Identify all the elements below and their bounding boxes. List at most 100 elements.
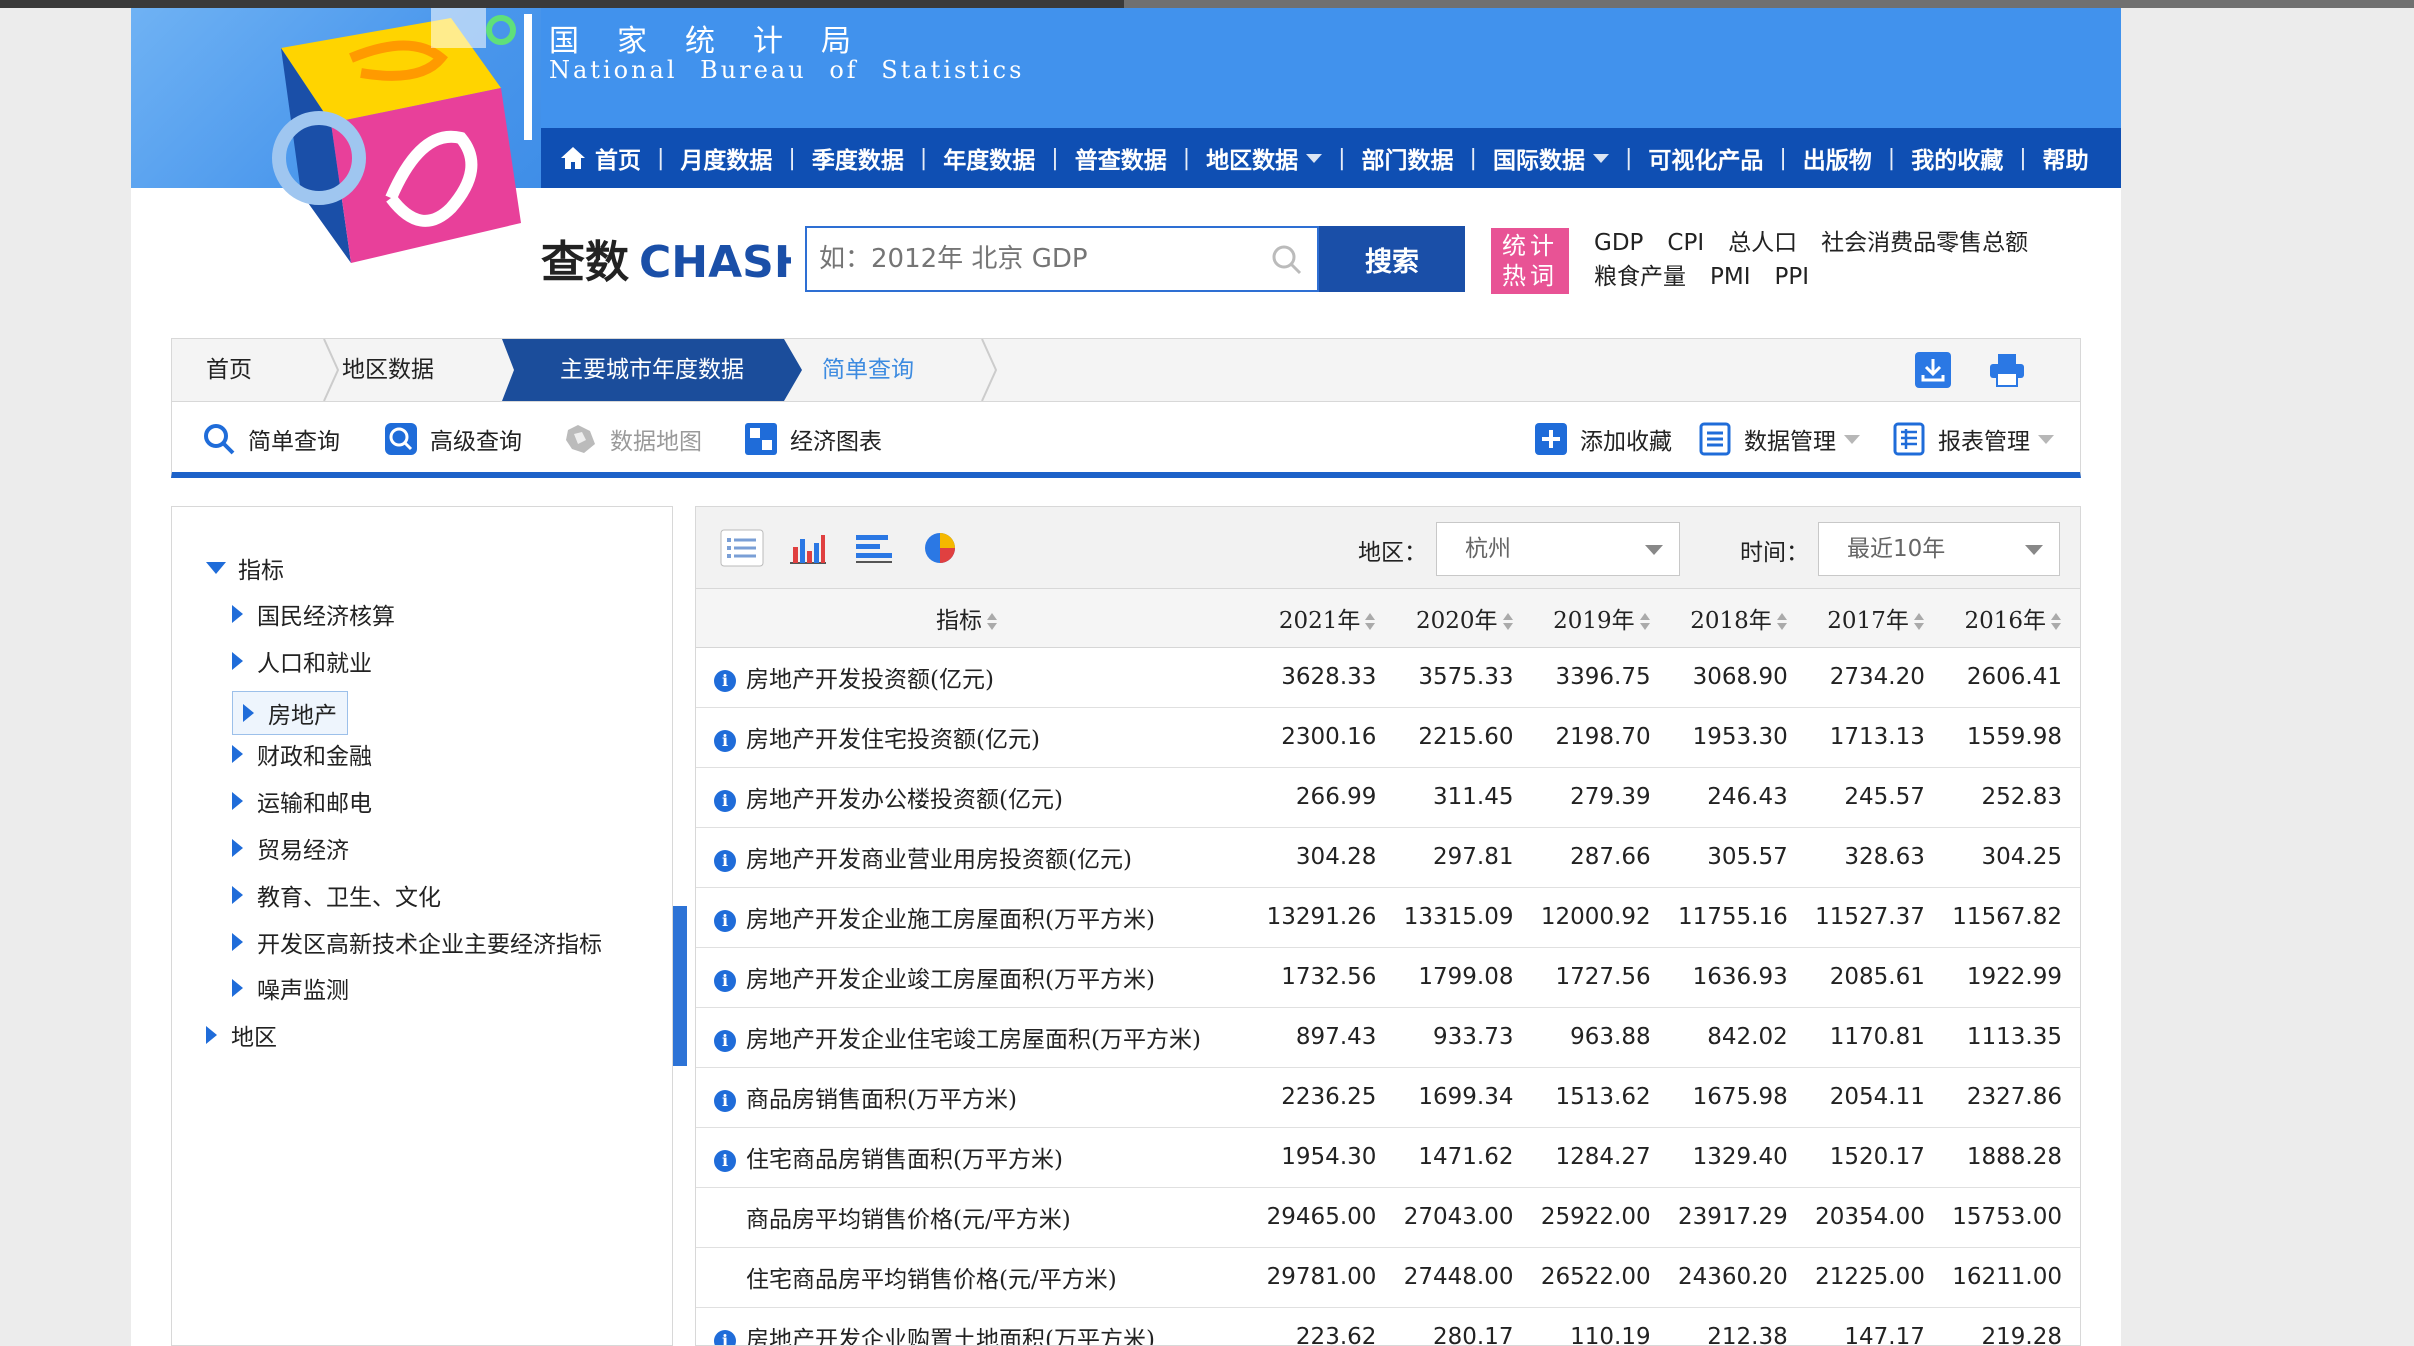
nav-item-2[interactable]: 季度数据	[812, 141, 904, 175]
hot-word-link[interactable]: PMI	[1710, 264, 1751, 290]
nav-item-3[interactable]: 年度数据	[943, 141, 1035, 175]
value-cell: 1113.35	[1942, 1007, 2080, 1068]
print-icon[interactable]	[1988, 351, 2026, 389]
nav-item-6[interactable]: 部门数据	[1362, 141, 1454, 175]
value-cell: 266.99	[1257, 767, 1395, 828]
info-icon[interactable]: i	[714, 1090, 736, 1112]
list-doc-icon	[1699, 422, 1731, 456]
info-icon[interactable]: i	[714, 730, 736, 752]
region-select[interactable]: 杭州	[1436, 522, 1680, 576]
nav-item-11[interactable]: 帮助	[2043, 141, 2089, 175]
data-toolbar: 地区： 杭州 时间： 最近10年	[696, 507, 2080, 589]
indicator-name: 住宅商品房平均销售价格(元/平方米)	[746, 1267, 1117, 1293]
hot-word-link[interactable]: 粮食产量	[1594, 264, 1686, 290]
hot-word-link[interactable]: 总人口	[1728, 230, 1797, 256]
info-icon[interactable]: i	[714, 1150, 736, 1172]
tree-node[interactable]: 人口和就业	[232, 644, 372, 678]
nav-item-4[interactable]: 普查数据	[1075, 141, 1167, 175]
tree-root-region[interactable]: 地区	[206, 1018, 277, 1052]
indicator-cell: i 房地产开发企业竣工房屋面积(万平方米)	[696, 947, 1258, 1008]
tree-node-label: 房地产	[268, 702, 337, 729]
data-manage-menu[interactable]: 数据管理	[1698, 422, 1860, 456]
search-input[interactable]	[807, 228, 1247, 290]
column-header-indicator[interactable]: 指标	[696, 589, 1258, 648]
hot-word-link[interactable]: 社会消费品零售总额	[1821, 230, 2028, 256]
column-header-year[interactable]: 2018年	[1668, 589, 1806, 648]
chevron-down-icon	[1844, 434, 1860, 444]
tree-node[interactable]: 财政和金融	[232, 737, 372, 771]
column-header-year[interactable]: 2019年	[1531, 589, 1669, 648]
download-icon[interactable]	[1914, 351, 1952, 389]
advanced-query-button[interactable]: 高级查询	[384, 422, 522, 456]
value-cell: 297.81	[1394, 827, 1532, 888]
add-favorite-button[interactable]: 添加收藏	[1534, 422, 1672, 456]
chevron-down-icon	[1645, 545, 1663, 555]
info-icon[interactable]: i	[714, 970, 736, 992]
hot-word-link[interactable]: CPI	[1667, 230, 1704, 256]
hot-word-link[interactable]: PPI	[1775, 264, 1810, 290]
econ-chart-button[interactable]: 经济图表	[744, 422, 882, 456]
column-header-year[interactable]: 2016年	[1942, 589, 2080, 648]
info-icon[interactable]: i	[714, 910, 736, 932]
column-header-year[interactable]: 2020年	[1394, 589, 1532, 648]
breadcrumb-region[interactable]: 地区数据	[342, 339, 434, 401]
indicator-cell: i 房地产开发企业施工房屋面积(万平方米)	[696, 887, 1258, 948]
nav-item-10[interactable]: 我的收藏	[1911, 141, 2003, 175]
value-cell: 1953.30	[1668, 707, 1806, 768]
breadcrumb-home[interactable]: 首页	[206, 339, 252, 401]
column-header-year[interactable]: 2021年	[1257, 589, 1395, 648]
window-top-strip-segment	[1124, 0, 2414, 8]
value-cell: 3628.33	[1257, 647, 1395, 708]
nav-item-7[interactable]: 国际数据	[1493, 141, 1609, 175]
nav-separator: |	[1051, 145, 1059, 171]
column-header-year[interactable]: 2017年	[1805, 589, 1943, 648]
info-icon[interactable]: i	[714, 850, 736, 872]
nbs-logo-icon[interactable]	[201, 8, 551, 273]
nav-item-8[interactable]: 可视化产品	[1648, 141, 1763, 175]
value-cell: 304.28	[1257, 827, 1395, 888]
pie-chart-icon[interactable]	[918, 529, 962, 567]
nav-item-1[interactable]: 月度数据	[680, 141, 772, 175]
tree-root-indicators[interactable]: 指标	[206, 551, 284, 585]
indicator-cell: i 住宅商品房销售面积(万平方米)	[696, 1127, 1258, 1188]
list-view-icon[interactable]	[720, 529, 764, 567]
tree-node[interactable]: 运输和邮电	[232, 784, 372, 818]
tree-node[interactable]: 房地产	[232, 690, 348, 735]
info-icon[interactable]: i	[714, 670, 736, 692]
hot-badge-line2: 热词	[1502, 262, 1558, 290]
info-icon[interactable]: i	[714, 1330, 736, 1345]
info-icon[interactable]: i	[714, 1030, 736, 1052]
bar-chart-icon[interactable]	[786, 529, 830, 567]
info-icon[interactable]: i	[714, 790, 736, 812]
tree-node[interactable]: 噪声监测	[232, 971, 349, 1005]
tree-scrollbar[interactable]	[673, 906, 687, 1066]
table-body: i 房地产开发投资额(亿元) 3628.33 3575.33 3396.75 3068.9…	[696, 647, 2080, 1345]
nav-separator: |	[1779, 145, 1787, 171]
collapsed-arrow-icon	[232, 979, 243, 998]
tree-node[interactable]: 教育、卫生、文化	[232, 878, 441, 912]
data-map-button[interactable]: 数据地图	[564, 422, 702, 456]
collapsed-arrow-icon	[232, 792, 243, 811]
hot-word-link[interactable]: GDP	[1594, 230, 1643, 256]
simple-query-button[interactable]: 简单查询	[202, 422, 340, 456]
nav-item-5[interactable]: 地区数据	[1206, 141, 1323, 175]
search-icon[interactable]	[1271, 244, 1303, 276]
collapsed-arrow-icon	[232, 932, 243, 951]
search-button[interactable]: 搜索	[1319, 226, 1465, 292]
breadcrumb-active[interactable]: 主要城市年度数据	[502, 339, 802, 401]
tree-node-content: 噪声监测	[232, 971, 349, 1005]
tree-node[interactable]: 开发区高新技术企业主要经济指标	[232, 925, 602, 959]
breadcrumb-current[interactable]: 简单查询	[822, 339, 914, 401]
tree-node[interactable]: 贸易经济	[232, 831, 349, 865]
tree-node-label: 开发区高新技术企业主要经济指标	[257, 931, 602, 958]
horizontal-bar-icon[interactable]	[852, 529, 896, 567]
hot-words: GDP CPI 总人口 社会消费品零售总额粮食产量 PMI PPI	[1594, 226, 2114, 294]
table-row: i 房地产开发企业购置土地面积(万平方米) 223.62 280.17 110.19 21…	[696, 1307, 2080, 1345]
value-cell: 1727.56	[1531, 947, 1669, 1008]
nav-item-0[interactable]: 首页	[559, 141, 641, 175]
search-field	[805, 226, 1319, 292]
nav-item-9[interactable]: 出版物	[1803, 141, 1872, 175]
tree-node[interactable]: 国民经济核算	[232, 597, 395, 631]
time-select[interactable]: 最近10年	[1818, 522, 2060, 576]
report-manage-menu[interactable]: 报表管理	[1892, 422, 2054, 456]
